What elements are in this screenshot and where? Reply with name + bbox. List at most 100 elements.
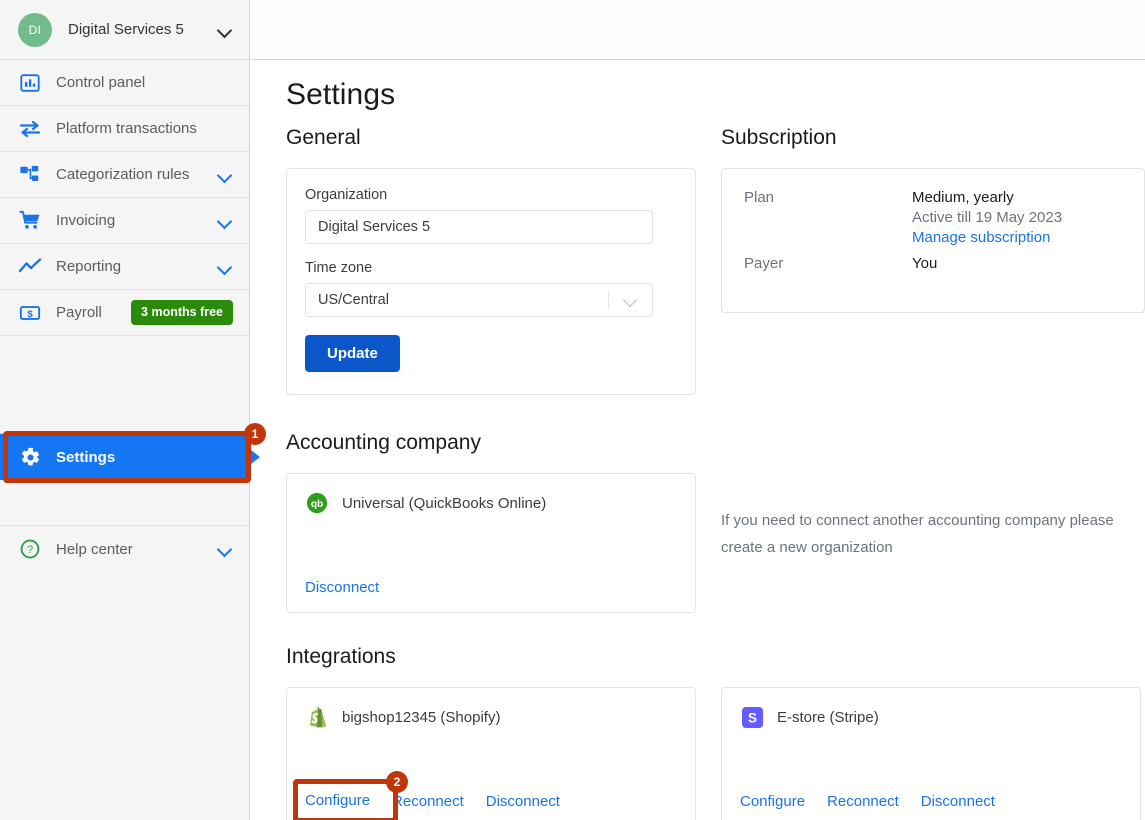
update-button[interactable]: Update xyxy=(305,335,400,372)
plan-row: Plan Medium, yearly Active till 19 May 2… xyxy=(744,189,1122,247)
plan-value: Medium, yearly xyxy=(912,189,1014,206)
organization-switcher[interactable]: DI Digital Services 5 xyxy=(0,0,249,60)
accounting-provider: qb Universal (QuickBooks Online) xyxy=(305,491,677,515)
organization-name: Digital Services 5 xyxy=(68,21,184,38)
accounting-actions: Disconnect xyxy=(305,579,677,596)
stripe-disconnect-link[interactable]: Disconnect xyxy=(921,793,995,810)
accounting-grid: qb Universal (QuickBooks Online) Disconn… xyxy=(286,473,1145,613)
sidebar-item-settings-wrapper: Settings 1 xyxy=(0,423,266,483)
gear-icon xyxy=(18,445,42,469)
accounting-card: qb Universal (QuickBooks Online) Disconn… xyxy=(286,473,696,613)
sidebar-item-label: Help center xyxy=(56,540,133,558)
stripe-provider: S E-store (Stripe) xyxy=(740,705,1122,729)
shopify-configure-wrapper: Configure 2 xyxy=(293,771,408,820)
svg-text:S: S xyxy=(748,710,757,725)
sidebar-item-reporting[interactable]: Reporting xyxy=(0,244,249,290)
main-area: Settings General Organization Time zone … xyxy=(250,0,1145,820)
integration-card-shopify: bigshop12345 (Shopify) Configure 2 Recon… xyxy=(286,687,696,820)
sidebar-item-invoicing[interactable]: Invoicing xyxy=(0,198,249,244)
plan-details: Medium, yearly Active till 19 May 2023 M… xyxy=(912,189,1062,247)
subscription-card: Plan Medium, yearly Active till 19 May 2… xyxy=(721,168,1145,313)
sidebar-divider xyxy=(0,480,249,526)
sidebar-item-label: Invoicing xyxy=(56,212,116,229)
sidebar-item-settings[interactable]: Settings xyxy=(0,434,249,480)
accounting-disconnect-link[interactable]: Disconnect xyxy=(305,579,379,596)
dashboard-icon xyxy=(18,71,42,95)
accounting-heading: Accounting company xyxy=(286,431,481,454)
stripe-provider-name: E-store (Stripe) xyxy=(777,708,879,726)
shopping-cart-icon xyxy=(18,209,42,233)
sidebar-item-payroll[interactable]: $ Payroll 3 months free xyxy=(0,290,249,336)
stripe-icon: S xyxy=(740,705,764,729)
subscription-heading: Subscription xyxy=(721,126,837,149)
subscription-section: Subscription Plan Medium, yearly Active … xyxy=(721,126,1145,395)
line-chart-icon xyxy=(18,255,42,279)
shopify-actions: Configure 2 Reconnect Disconnect xyxy=(293,771,677,820)
sidebar-item-label: Settings xyxy=(56,448,116,466)
app-root: DI Digital Services 5 Control panel Plat… xyxy=(0,0,1145,820)
shopify-disconnect-link[interactable]: Disconnect xyxy=(486,793,560,810)
general-section: General Organization Time zone US/Centra… xyxy=(286,126,696,395)
plan-label: Plan xyxy=(744,189,775,206)
shopify-provider-name: bigshop12345 (Shopify) xyxy=(342,708,501,726)
general-card: Organization Time zone US/Central Update xyxy=(286,168,696,395)
svg-text:qb: qb xyxy=(311,499,323,510)
payer-value: You xyxy=(912,255,938,272)
page-title: Settings xyxy=(286,78,396,111)
organization-input[interactable] xyxy=(305,210,653,244)
sidebar: DI Digital Services 5 Control panel Plat… xyxy=(0,0,266,820)
transfer-arrows-icon xyxy=(18,117,42,141)
sitemap-icon xyxy=(18,163,42,187)
select-separator xyxy=(608,291,609,309)
quickbooks-icon: qb xyxy=(305,491,329,515)
sidebar-item-label: Platform transactions xyxy=(56,120,197,137)
sidebar-gap xyxy=(0,336,249,434)
chevron-down-icon[interactable] xyxy=(217,22,233,38)
shopify-icon xyxy=(305,705,329,729)
shopify-provider: bigshop12345 (Shopify) xyxy=(305,705,677,729)
sidebar-filler xyxy=(0,572,249,804)
integration-card-stripe: S E-store (Stripe) Configure Reconnect D… xyxy=(721,687,1141,820)
sidebar-item-categorization-rules[interactable]: Categorization rules xyxy=(0,152,249,198)
svg-text:$: $ xyxy=(27,308,33,319)
chevron-down-icon[interactable] xyxy=(217,259,233,275)
chevron-down-icon[interactable] xyxy=(620,289,642,311)
chevron-down-icon[interactable] xyxy=(217,167,233,183)
sidebar-item-label: Control panel xyxy=(56,74,146,91)
sidebar-item-control-panel[interactable]: Control panel xyxy=(0,60,249,106)
shopify-configure-link[interactable]: Configure xyxy=(305,792,370,809)
payroll-promo-badge: 3 months free xyxy=(131,300,233,325)
question-circle-icon: ? xyxy=(18,537,42,561)
active-item-arrow xyxy=(251,450,260,464)
timezone-value: US/Central xyxy=(318,292,389,308)
shopify-reconnect-link[interactable]: Reconnect xyxy=(392,793,464,810)
annotation-badge-1: 1 xyxy=(244,423,266,445)
manage-subscription-link[interactable]: Manage subscription xyxy=(912,229,1050,246)
stripe-actions: Configure Reconnect Disconnect xyxy=(740,793,1122,810)
avatar: DI xyxy=(18,12,52,47)
sidebar-item-help-center[interactable]: ? Help center xyxy=(0,526,249,572)
accounting-note: If you need to connect another accountin… xyxy=(721,512,1114,556)
top-bar xyxy=(250,0,1145,60)
top-sections-grid: General Organization Time zone US/Centra… xyxy=(286,126,1145,395)
payer-row: Payer You xyxy=(744,255,1122,272)
sidebar-item-label: Payroll xyxy=(56,304,102,321)
sidebar-item-label: Reporting xyxy=(56,258,122,275)
chevron-down-icon[interactable] xyxy=(217,541,233,557)
annotation-badge-2: 2 xyxy=(386,771,408,793)
stripe-reconnect-link[interactable]: Reconnect xyxy=(827,793,899,810)
integrations-heading: Integrations xyxy=(286,645,396,668)
accounting-provider-name: Universal (QuickBooks Online) xyxy=(342,494,547,512)
plan-active-till: Active till 19 May 2023 xyxy=(912,209,1063,226)
payer-label: Payer xyxy=(744,255,784,272)
chevron-down-icon[interactable] xyxy=(217,213,233,229)
svg-text:?: ? xyxy=(27,544,33,556)
sidebar-item-label: Categorization rules xyxy=(56,166,190,183)
integrations-grid: bigshop12345 (Shopify) Configure 2 Recon… xyxy=(286,687,1145,820)
sidebar-item-platform-transactions[interactable]: Platform transactions xyxy=(0,106,249,152)
page-content: Settings General Organization Time zone … xyxy=(250,60,1145,820)
stripe-configure-link[interactable]: Configure xyxy=(740,793,805,810)
general-heading: General xyxy=(286,126,361,149)
timezone-label: Time zone xyxy=(305,260,373,276)
timezone-select[interactable]: US/Central xyxy=(305,283,653,317)
